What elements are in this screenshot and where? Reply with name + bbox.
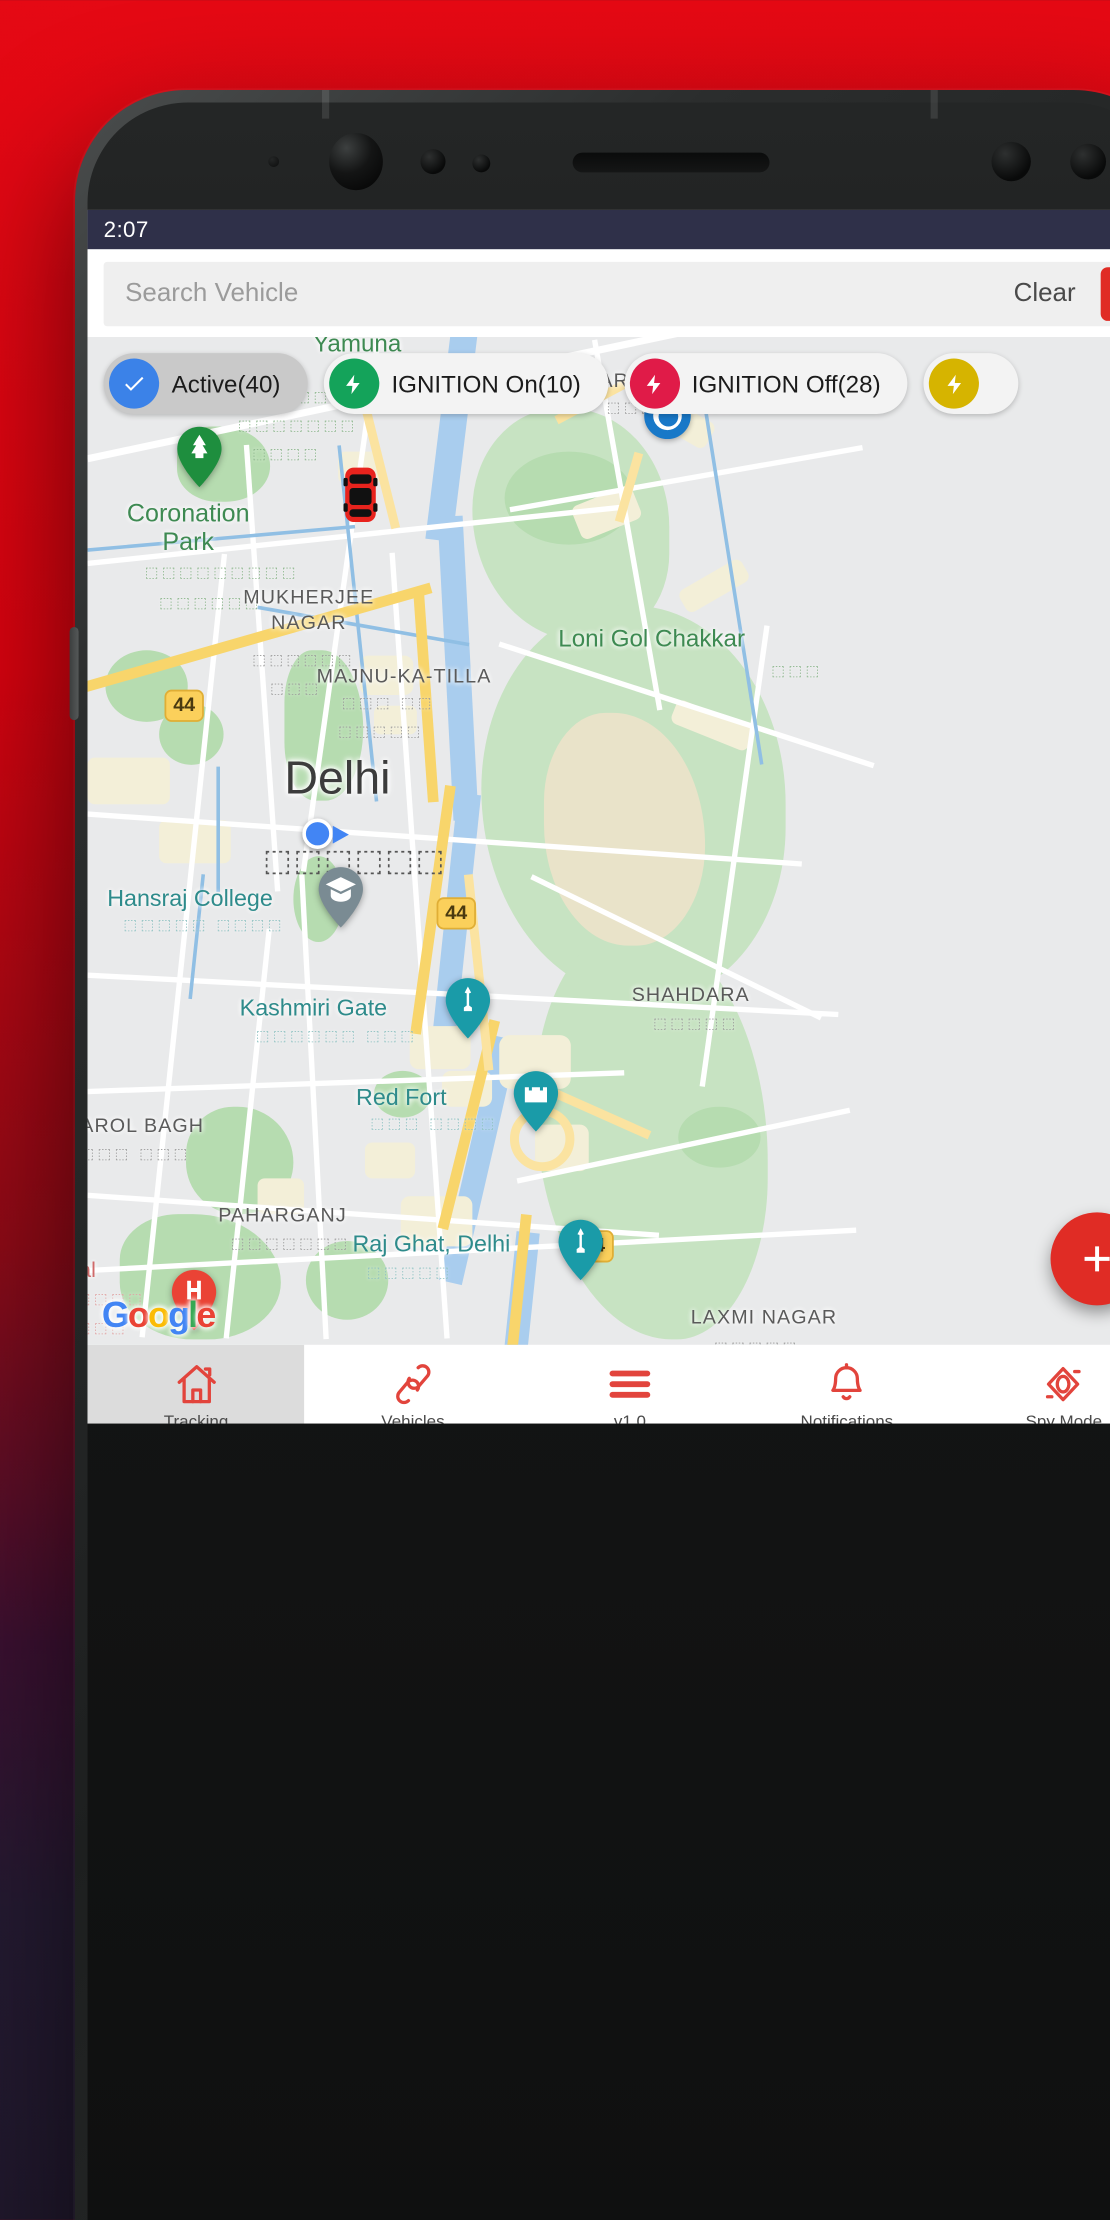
map-label-mukherjee-nagar: MUKHERJEE NAGAR	[243, 587, 375, 634]
map-label-majnu-ka-tilla: MAJNU-KA-TILLA	[316, 666, 492, 688]
filter-chip-ignition-off[interactable]: IGNITION Off(28)	[623, 353, 908, 414]
home-icon	[173, 1360, 220, 1407]
map-label-hindi: ⬚⬚⬚⬚⬚	[653, 1015, 739, 1032]
map-label-raj-ghat: Raj Ghat, Delhi	[352, 1230, 511, 1258]
map-label-hindi: ⬚⬚⬚⬚⬚ ⬚⬚⬚⬚	[123, 916, 285, 934]
map-label-laxmi-nagar: LAXMI NAGAR	[690, 1307, 838, 1329]
filter-chip-label: IGNITION Off(28)	[691, 370, 881, 397]
filter-chip-overflow[interactable]	[923, 353, 1019, 414]
map-label-hindi: ⬚⬚⬚⬚⬚	[714, 1339, 800, 1344]
map-label-hindi: ⬚⬚⬚⬚⬚⬚⬚⬚⬚	[144, 564, 299, 581]
status-bar-clock: 2:07	[103, 217, 149, 243]
filter-chip-row[interactable]: Active(40) IGNITION On(10) IGNITION Off(…	[88, 353, 1019, 414]
stream	[216, 766, 220, 892]
map-label-hindi: ⬚⬚⬚ ⬚⬚⬚	[87, 1146, 191, 1163]
fort-pin-icon[interactable]	[512, 1071, 560, 1132]
map-label-hindi: ⬚⬚⬚⬚⬚⬚⬚	[230, 1235, 351, 1252]
nav-label: Vehicles	[381, 1411, 445, 1424]
search-input[interactable]	[125, 279, 989, 309]
check-icon	[125, 376, 144, 391]
map-label-hindi: ⬚⬚⬚ ⬚⬚⬚⬚	[370, 1115, 498, 1132]
nav-label: Tracking	[163, 1411, 229, 1424]
secondary-sensor-icon	[1070, 143, 1107, 180]
map-label-coronation-park: Coronation Park	[126, 498, 250, 556]
map-label-hindi: ⬚⬚⬚⬚	[252, 446, 321, 463]
building-block	[364, 1142, 416, 1179]
lightning-icon	[646, 373, 661, 394]
earpiece-speaker	[572, 152, 770, 173]
phone-screen: 2:07 Clear	[87, 209, 1110, 1424]
map-label-hindi: ⬚⬚⬚⬚⬚⬚ ⬚⬚⬚	[255, 1027, 418, 1045]
nav-item-spy-mode[interactable]: Spy Mode	[955, 1345, 1110, 1424]
top-bezel-hardware	[75, 103, 1110, 210]
map-label-hindi: ⬚⬚⬚	[771, 662, 823, 679]
nav-item-vehicles[interactable]: Vehicles	[304, 1345, 521, 1424]
map-label-hansraj-college: Hansraj College	[107, 884, 273, 912]
car-marker-red[interactable]	[343, 466, 378, 525]
chain-link-icon	[390, 1360, 437, 1407]
map-label-hindi: ⬚⬚⬚	[270, 680, 322, 697]
indicator-led	[268, 156, 280, 167]
lightning-icon-badge	[928, 358, 980, 409]
nav-label: v1.0	[613, 1411, 646, 1424]
check-icon-badge	[109, 358, 160, 409]
filter-chip-label: Active(40)	[171, 370, 281, 397]
map-label-paharganj: PAHARGANJ	[218, 1205, 347, 1227]
front-camera-icon	[329, 132, 383, 191]
nav-label: Notifications	[800, 1411, 894, 1424]
highway-shield: 44	[164, 689, 204, 722]
search-bar-container: Clear	[87, 249, 1110, 338]
map-label-hindi: ⬚⬚⬚⬚⬚	[366, 1264, 453, 1281]
lightning-icon	[346, 373, 361, 394]
nav-item-tracking[interactable]: Tracking	[87, 1344, 305, 1424]
light-sensor-icon	[472, 154, 491, 173]
volume-button[interactable]	[69, 627, 79, 721]
lightning-icon-badge	[328, 358, 379, 409]
nav-item-notifications[interactable]: Notifications	[738, 1345, 955, 1424]
map-tiles	[87, 337, 1110, 1345]
highway-shield: 44	[436, 897, 476, 930]
nav-item-menu[interactable]: v1.0	[521, 1345, 738, 1424]
iris-scanner-icon	[991, 141, 1031, 182]
map-label-karol-bagh: KAROL BAGH	[88, 1115, 205, 1138]
search-bar[interactable]: Clear	[103, 261, 1110, 327]
lightning-icon	[946, 373, 961, 394]
map-label-delhi: Delhi	[284, 750, 391, 805]
tree-pin-icon[interactable]	[175, 426, 223, 488]
filter-chip-ignition-on[interactable]: IGNITION On(10)	[323, 353, 608, 414]
bottom-navigation-bar[interactable]: Tracking Vehicles v1.0 Notifications Spy…	[87, 1344, 1110, 1424]
filter-chip-label: IGNITION On(10)	[391, 370, 581, 397]
google-logo: Google	[101, 1296, 216, 1336]
map-label-hospital: tal	[88, 1257, 96, 1283]
nav-label: Spy Mode	[1025, 1411, 1103, 1424]
lightning-icon-badge	[629, 358, 680, 409]
map-label-kashmiri-gate: Kashmiri Gate	[239, 993, 388, 1021]
filter-dropdown-button[interactable]	[1100, 267, 1110, 321]
map-label-loni-gol-chakkar: Loni Gol Chakkar	[558, 625, 746, 653]
map-label-hindi: ⬚⬚⬚⬚⬚	[338, 723, 424, 740]
building-block	[676, 557, 752, 615]
proximity-sensor-icon	[420, 149, 446, 175]
eye-icon	[1041, 1360, 1088, 1407]
map-label-red-fort: Red Fort	[356, 1083, 447, 1111]
status-bar: 2:07	[87, 209, 1110, 250]
plus-icon	[1084, 1246, 1110, 1272]
map-label-shahdara: SHAHDARA	[631, 985, 750, 1007]
phone-device-frame: 2:07 Clear	[69, 90, 1110, 2220]
map-view[interactable]: 44 44 44 Yamuna ⬚⬚⬚⬚⬚ ⬚⬚⬚⬚⬚⬚⬚ ⬚⬚⬚⬚ KARAW…	[87, 337, 1110, 1345]
monument-pin-icon[interactable]	[557, 1219, 605, 1281]
filter-chip-active[interactable]: Active(40)	[103, 353, 308, 414]
clear-button[interactable]: Clear	[1003, 280, 1087, 309]
bell-icon	[824, 1360, 871, 1407]
graduation-pin-icon[interactable]	[317, 867, 365, 928]
map-label-hindi: ⬚⬚⬚⬚⬚⬚⬚	[237, 417, 358, 434]
monument-pin-icon[interactable]	[444, 978, 492, 1039]
building-block	[87, 757, 170, 805]
hamburger-menu-icon	[607, 1360, 654, 1407]
map-label-hindi: ⬚⬚⬚ ⬚⬚	[341, 695, 435, 712]
